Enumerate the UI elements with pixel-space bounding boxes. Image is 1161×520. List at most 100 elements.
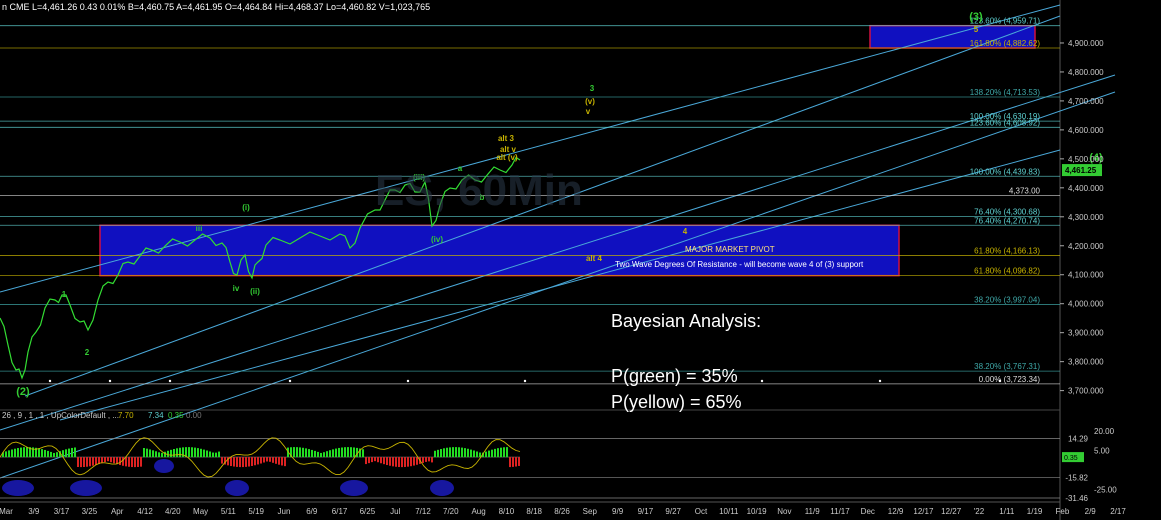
osc-divergence-marker [154, 459, 174, 473]
osc-bar [26, 447, 28, 458]
level-label: 161.80% (4,882.62) [970, 39, 1041, 48]
date-tick-label: 3/17 [54, 507, 70, 516]
osc-bar [164, 451, 166, 458]
osc-bar [47, 450, 49, 458]
osc-bar [473, 450, 475, 458]
osc-bar [341, 447, 343, 458]
osc-bar [410, 457, 412, 467]
osc-bar [458, 447, 460, 458]
header-quote: n CME L=4,461.26 0.43 0.01% B=4,460.75 A… [2, 2, 430, 12]
osc-bar [314, 450, 316, 458]
osc-bar [275, 457, 277, 464]
osc-bar [389, 457, 391, 466]
osc-bar [14, 448, 16, 458]
osc-divergence-marker [430, 480, 454, 496]
osc-bar [302, 447, 304, 458]
price-tick-label: 4,000.000 [1068, 300, 1104, 309]
osc-bar [158, 452, 160, 458]
osc-bar [278, 457, 280, 465]
osc-bar [23, 447, 25, 458]
osc-bar [449, 447, 451, 458]
osc-divergence-marker [340, 480, 368, 496]
osc-bar [155, 451, 157, 458]
osc-bar [245, 457, 247, 467]
osc-bar [137, 457, 139, 467]
price-tick-label: 4,700.000 [1068, 97, 1104, 106]
osc-bar [107, 457, 109, 462]
osc-bar [443, 448, 445, 458]
guide-dot [406, 379, 410, 383]
level-label: 76.40% (4,300.68) [974, 208, 1040, 217]
price-tick-label: 4,500.000 [1068, 155, 1104, 164]
osc-bar [248, 457, 250, 467]
osc-bar [80, 457, 82, 468]
osc-bar [251, 457, 253, 466]
osc-level-label: -15.82 [1065, 474, 1088, 483]
wave-label: v [586, 107, 591, 116]
date-tick-label: 2/9 [1085, 507, 1097, 516]
osc-bar [176, 448, 178, 458]
osc-bar [113, 457, 115, 464]
date-tick-label: 4/20 [165, 507, 181, 516]
osc-bar [416, 457, 418, 465]
osc-bar [152, 450, 154, 458]
price-tick-label: 4,800.000 [1068, 68, 1104, 77]
date-tick-label: 8/26 [554, 507, 570, 516]
osc-level-label: -31.46 [1065, 494, 1088, 503]
osc-bar [353, 447, 355, 458]
osc-bar [242, 457, 244, 468]
osc-bar [17, 448, 19, 458]
osc-bar [344, 447, 346, 458]
osc-bar [377, 457, 379, 463]
osc-bar [320, 452, 322, 458]
osc-bar [68, 448, 70, 458]
date-tick-label: Jul [390, 507, 400, 516]
price-tick-label: 4,300.000 [1068, 213, 1104, 222]
level-label: 38.20% (3,767.31) [974, 362, 1040, 371]
osc-bar [518, 457, 520, 466]
date-tick-label: 12/17 [913, 507, 934, 516]
osc-reading: 7.34 [148, 411, 164, 420]
level-label: 61.80% (4,096.82) [974, 267, 1040, 276]
osc-bar [146, 448, 148, 458]
osc-bar [305, 448, 307, 458]
osc-bar [401, 457, 403, 468]
osc-bar [125, 457, 127, 467]
osc-bar [200, 448, 202, 458]
wave-label: 5 [974, 25, 979, 34]
osc-divergence-marker [225, 480, 249, 496]
osc-bar [338, 447, 340, 458]
osc-bar [260, 457, 262, 464]
date-tick-label: 12/9 [888, 507, 904, 516]
date-tick-label: 8/10 [499, 507, 515, 516]
osc-bar [233, 457, 235, 467]
osc-bar [44, 449, 46, 458]
wave-label: (ii) [250, 287, 260, 296]
osc-bar [284, 457, 286, 467]
date-tick-label: 7/20 [443, 507, 459, 516]
guide-dot [168, 379, 172, 383]
osc-bar [308, 449, 310, 458]
wave-label: (2) [16, 386, 30, 398]
guide-dot [523, 379, 527, 383]
date-tick-label: 6/25 [360, 507, 376, 516]
wave-label: (i) [242, 203, 250, 212]
osc-bar [86, 457, 88, 467]
osc-bar [221, 457, 223, 464]
osc-bar [470, 449, 472, 458]
osc-bar [254, 457, 256, 466]
date-tick-label: 11/17 [830, 507, 850, 516]
date-tick-label: Apr [111, 507, 124, 516]
date-tick-label: 9/17 [638, 507, 654, 516]
osc-bar [455, 447, 457, 458]
pivot-title: MAJOR MARKET PIVOT [685, 245, 775, 254]
osc-bar [257, 457, 259, 465]
osc-bar [179, 447, 181, 458]
date-tick-label: 3/25 [82, 507, 98, 516]
pivot-subtitle: Two Wave Degrees Of Resistance - will be… [615, 260, 864, 269]
osc-bar [509, 457, 511, 468]
osc-bar [206, 450, 208, 458]
price-tick-label: 3,900.000 [1068, 329, 1104, 338]
date-tick-label: Dec [861, 507, 875, 516]
date-tick-label: Sep [583, 507, 598, 516]
